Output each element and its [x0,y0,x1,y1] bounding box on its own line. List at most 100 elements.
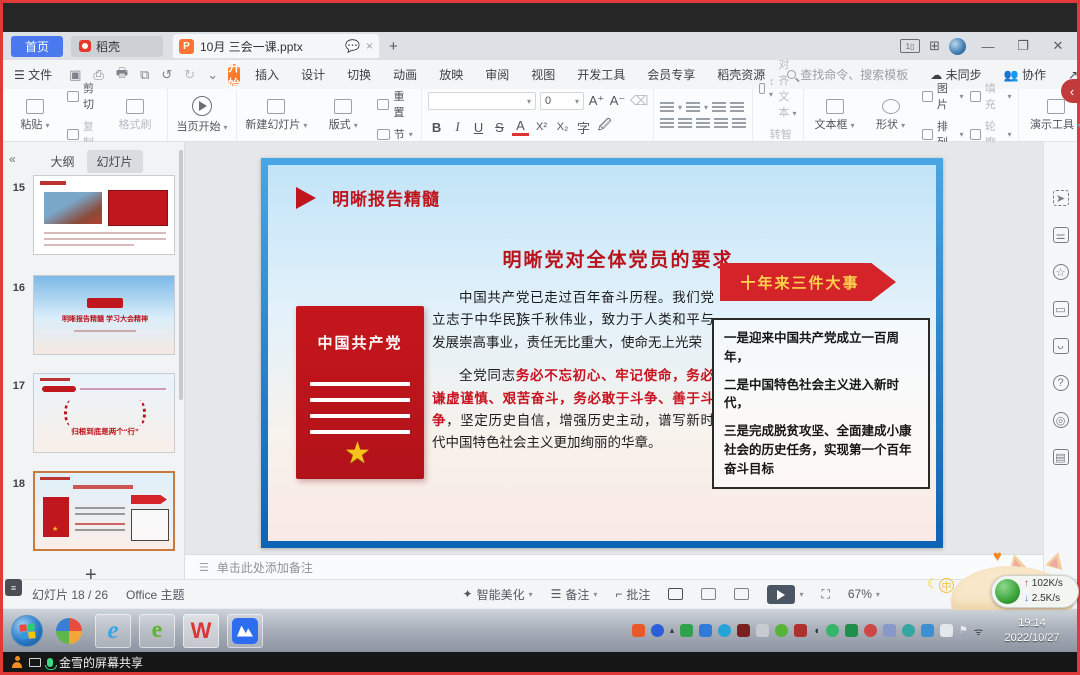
increase-font-icon[interactable]: A⁺ [588,93,605,109]
slide-17-thumbnail[interactable]: 归根到底是两个“行” [33,373,175,453]
tray-icon[interactable] [680,624,693,637]
tray-icon[interactable] [718,624,731,637]
comment-bubble-icon[interactable]: 💬 [345,39,360,53]
theme-name[interactable]: Office 主题 [117,586,193,603]
start-button[interactable] [11,615,43,647]
distribute-icon[interactable] [732,118,746,128]
command-search-input[interactable]: 查找命令、搜索模板 [776,66,919,83]
send-rocket-icon[interactable]: ➤ [1053,190,1069,206]
increase-indent-icon[interactable] [730,102,744,112]
restore-button[interactable]: ❐ [1010,38,1036,54]
menu-member[interactable]: 会员专享 [636,66,706,83]
tray-icon[interactable] [775,624,788,637]
panel-scrollbar[interactable] [179,150,183,400]
fill-button[interactable]: 填充 ▾ [970,80,1012,112]
menu-insert[interactable]: 插入 [244,66,290,83]
bold-button[interactable]: B [428,120,445,135]
minimize-button[interactable]: — [975,39,1001,54]
zoom-level[interactable]: 67% ▾ [839,587,889,601]
assistant-icon[interactable]: ᴗ [1053,338,1069,354]
line-spacing-button[interactable]: ↕ ▾ [769,76,775,100]
network-speed-widget[interactable]: ↑ 102K/s ↓ 2.5K/s [991,575,1079,608]
network-signal-icon[interactable]: ᯤ [974,624,983,638]
slideshow-button[interactable]: ▾ [758,585,812,604]
tray-icon[interactable] [883,624,896,637]
taskbar-browser-icon[interactable]: e [139,614,175,648]
tab-slides[interactable]: 幻灯片 [87,150,143,173]
align-left-icon[interactable] [660,118,674,128]
notes-toggle-button[interactable]: ☰ 备注 ▾ [542,586,607,603]
taskbar-wps-icon[interactable]: W [183,614,219,648]
tab-document[interactable]: P 10月 三会一课.pptx 💬 × [173,34,379,58]
menu-start[interactable]: 开始 [228,64,240,86]
font-size-select[interactable]: 0▾ [540,92,584,110]
tray-icon[interactable] [794,624,807,637]
redo-icon[interactable]: ↻ [178,67,201,83]
bullet-list-icon[interactable] [660,102,674,112]
italic-button[interactable]: I [449,119,466,135]
menu-transition[interactable]: 切换 [336,66,382,83]
taskbar-ie-icon[interactable]: e [95,614,131,648]
slide-16-thumbnail[interactable]: 明晰报告精髓 学习大会精神 [33,275,175,355]
menu-animation[interactable]: 动画 [382,66,428,83]
superscript-button[interactable]: X² [533,121,550,133]
taskbar-meeting-icon[interactable] [227,614,263,648]
help-icon[interactable]: ? [1053,375,1069,391]
slide-18-thumbnail[interactable]: ★ [33,471,175,551]
shapes-button[interactable]: 形状 ▾ [866,99,916,132]
print-icon[interactable]: 🖶 [110,64,134,86]
tray-icon[interactable] [651,624,664,637]
new-tab-button[interactable]: + [389,38,398,55]
slide-15-thumbnail[interactable] [33,175,175,255]
menu-devtools[interactable]: 开发工具 [566,66,636,83]
close-window-button[interactable]: ✕ [1045,38,1071,54]
more-quick-icon[interactable]: ⌄ [201,67,224,83]
banner-arrow[interactable]: 十年来三件大事 [720,263,896,301]
tray-icon[interactable] [921,624,934,637]
effects-star-icon[interactable]: ☆ [1053,264,1069,280]
tab-docer[interactable]: 稻壳 [71,36,163,57]
paste-button[interactable]: 粘贴 ▾ [9,99,61,132]
text-effect-button[interactable]: 字 [575,118,592,137]
format-painter-button[interactable]: 格式刷 [109,99,161,132]
tray-icon[interactable] [737,624,750,637]
fit-slide-button[interactable]: ⛶ [812,587,838,602]
volume-icon[interactable]: ◖ [813,625,820,637]
tray-expand-icon[interactable]: ▴ [670,625,675,636]
flag-icon[interactable]: ⚑ [959,625,968,636]
tray-icon[interactable] [632,624,645,637]
normal-view-icon[interactable] [659,588,692,600]
menu-file[interactable]: ☰ 文件 [3,66,63,83]
highlight-button[interactable]: 🖉 [596,116,613,138]
slide-body-textbox[interactable]: 中国共产党已走过百年奋斗历程。我们党立志于中华民族千秋伟业，致力于人类和平与发展… [432,287,714,455]
present-tools-button[interactable]: 演示工具 ▾ [1025,99,1080,132]
align-text-button[interactable]: 对齐文本 ▾ [778,56,796,120]
settings-sliders-icon[interactable]: ⚌ [1053,227,1069,243]
side-collapse-red-tab[interactable]: ‹ [1061,79,1080,103]
tray-icon[interactable] [940,624,953,637]
user-avatar[interactable] [949,38,966,55]
decrease-font-icon[interactable]: A⁻ [609,93,626,109]
apps-grid-icon[interactable]: ⊞ [929,38,940,54]
font-name-select[interactable]: ▾ [428,92,536,110]
tray-icon[interactable] [756,624,769,637]
party-book-graphic[interactable]: 中国共产党 ★ [296,306,424,479]
sorter-view-icon[interactable] [692,588,725,600]
notes-area[interactable]: ☰ 单击此处添加备注 [185,554,1043,579]
integrate-mode-icon[interactable]: 1▯ [900,39,920,53]
screen-layout-icon[interactable]: ▭ [1053,301,1069,317]
navigate-icon[interactable]: ◎ [1053,412,1069,428]
slide-18-editor[interactable]: 明晰报告精髓 明晰党对全体党员的要求 十年来三件大事 中国共产党 ★ 中国共产党… [261,158,943,548]
decrease-indent-icon[interactable] [712,102,726,112]
text-direction-icon[interactable] [759,83,765,94]
menu-slideshow[interactable]: 放映 [428,66,474,83]
editing-canvas[interactable]: 明晰报告精髓 明晰党对全体党员的要求 十年来三件大事 中国共产党 ★ 中国共产党… [185,142,1043,554]
tab-outline[interactable]: 大纲 [44,150,80,173]
tab-home[interactable]: 首页 [11,36,63,57]
justify-icon[interactable] [714,118,728,128]
textbox-button[interactable]: 文本框 ▾ [810,99,860,132]
numbered-list-icon[interactable] [686,102,700,112]
undo-icon[interactable]: ↺ [155,67,178,83]
play-current-button[interactable]: 当页开始 ▾ [174,96,230,134]
taskbar-clock[interactable]: 19:14 2022/10/27 [993,616,1071,646]
